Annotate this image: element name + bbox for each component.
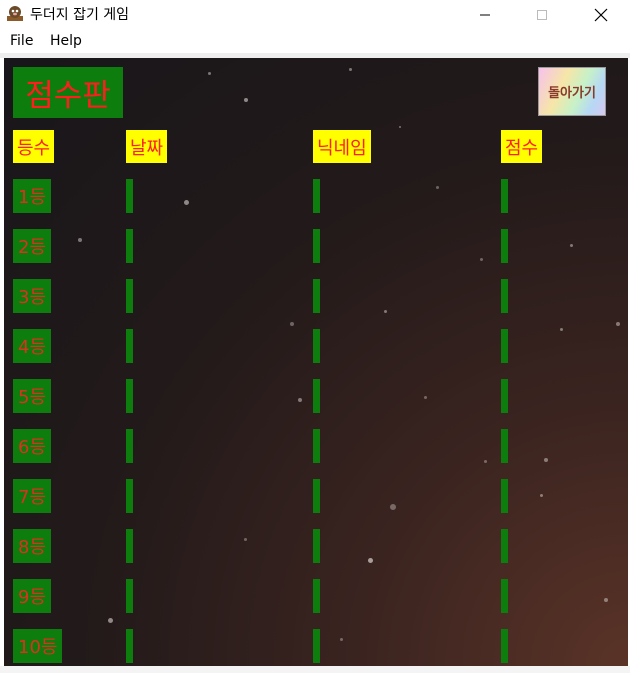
background-star — [570, 244, 573, 247]
nickname-cell — [313, 279, 320, 313]
background-star — [244, 98, 248, 102]
rank-label: 5등 — [13, 379, 52, 413]
rank-label: 1등 — [13, 179, 52, 213]
rank-label: 9등 — [13, 579, 52, 613]
nickname-cell — [313, 179, 320, 213]
background-star — [298, 398, 302, 402]
score-cell — [501, 229, 508, 263]
menu-file[interactable]: File — [10, 33, 33, 49]
background-star — [484, 460, 487, 463]
background-star — [560, 328, 563, 331]
background-star — [208, 72, 211, 75]
header-score: 점수 — [501, 130, 543, 163]
minimize-button[interactable] — [462, 0, 508, 29]
nickname-cell — [313, 379, 320, 413]
nickname-cell — [313, 479, 320, 513]
date-cell — [126, 229, 133, 263]
background-star — [399, 126, 401, 128]
background-star — [540, 494, 543, 497]
score-cell — [501, 529, 508, 563]
score-cell — [501, 479, 508, 513]
nickname-cell — [313, 579, 320, 613]
rank-label: 2등 — [13, 229, 52, 263]
rank-label: 6등 — [13, 429, 52, 463]
score-cell — [501, 379, 508, 413]
background-star — [78, 238, 82, 242]
minimize-icon — [480, 14, 490, 15]
background-star — [390, 504, 396, 510]
maximize-button[interactable] — [519, 0, 565, 29]
nickname-cell — [313, 429, 320, 463]
nickname-cell — [313, 629, 320, 663]
rank-label: 10등 — [13, 629, 63, 663]
score-cell — [501, 579, 508, 613]
score-cell — [501, 629, 508, 663]
scoreboard-panel: 점수판 돌아가기 등수 날짜 닉네임 점수 1등 2등 3등 4등 5등 6등 … — [4, 58, 628, 666]
date-cell — [126, 379, 133, 413]
header-rank: 등수 — [13, 130, 55, 163]
background-star — [604, 598, 608, 602]
rank-label: 3등 — [13, 279, 52, 313]
background-star — [108, 618, 113, 623]
score-cell — [501, 179, 508, 213]
title-bar[interactable]: 두더지 잡기 게임 — [0, 0, 630, 29]
background-star — [349, 68, 352, 71]
date-cell — [126, 629, 133, 663]
rank-label: 8등 — [13, 529, 52, 563]
date-cell — [126, 329, 133, 363]
score-cell — [501, 279, 508, 313]
nickname-cell — [313, 329, 320, 363]
background-star — [384, 310, 387, 313]
maximize-icon — [537, 9, 547, 20]
app-icon — [7, 6, 23, 21]
date-cell — [126, 279, 133, 313]
header-nickname: 닉네임 — [313, 130, 371, 163]
close-icon — [594, 8, 608, 21]
window-bottom-edge — [0, 666, 630, 673]
background-star — [368, 558, 373, 563]
date-cell — [126, 429, 133, 463]
rank-label: 4등 — [13, 329, 52, 363]
background-star — [616, 322, 620, 326]
scoreboard-title: 점수판 — [13, 67, 123, 118]
background-star — [544, 458, 548, 462]
background-star — [424, 396, 427, 399]
nickname-cell — [313, 529, 320, 563]
background-star — [184, 200, 189, 205]
menu-bar: File Help — [0, 29, 630, 53]
rank-label: 7등 — [13, 479, 52, 513]
date-cell — [126, 529, 133, 563]
header-date: 날짜 — [126, 130, 168, 163]
close-button[interactable] — [578, 0, 624, 29]
background-star — [480, 258, 483, 261]
background-star — [290, 322, 294, 326]
date-cell — [126, 479, 133, 513]
window-title: 두더지 잡기 게임 — [30, 7, 130, 23]
background-star — [436, 186, 439, 189]
score-cell — [501, 429, 508, 463]
date-cell — [126, 579, 133, 613]
nickname-cell — [313, 229, 320, 263]
score-cell — [501, 329, 508, 363]
background-star — [244, 538, 247, 541]
date-cell — [126, 179, 133, 213]
menu-help[interactable]: Help — [50, 33, 82, 49]
background-star — [340, 638, 343, 641]
back-button[interactable]: 돌아가기 — [538, 67, 606, 116]
